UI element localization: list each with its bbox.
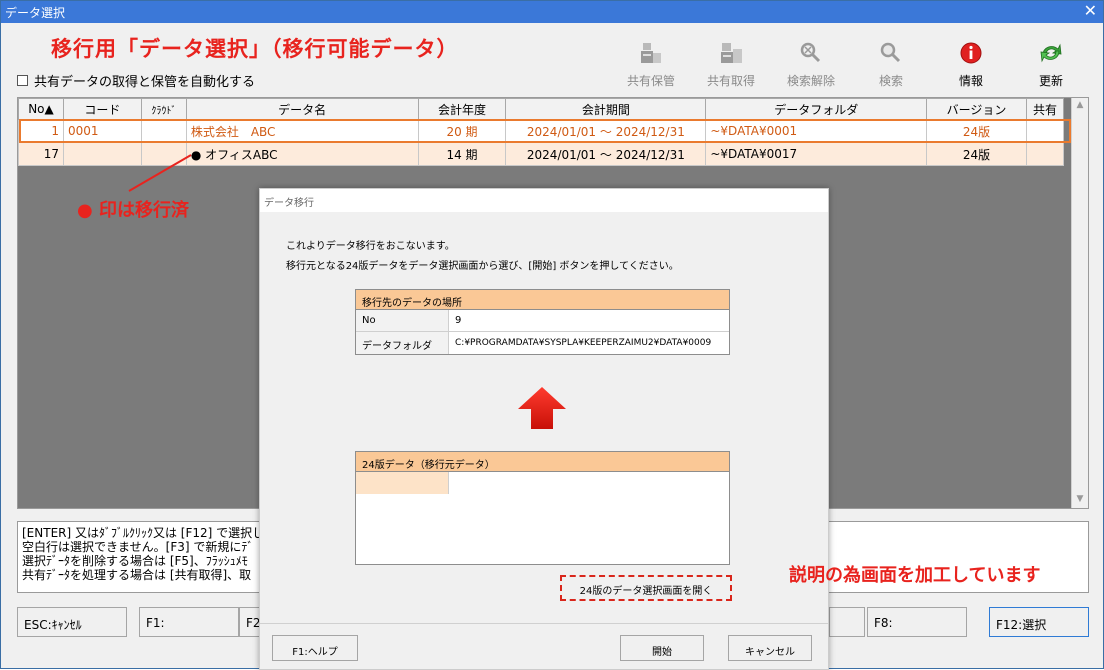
dialog-intro-line-2: 移行元となる24版データをデータ選択画面から選び、[開始] ボタンを押してくださ… [286, 261, 679, 272]
source-header: 24版データ（移行元データ） [356, 452, 729, 472]
cell-cloud [140, 119, 187, 143]
search-label: 検索 [878, 74, 903, 88]
col-no[interactable]: No▲ [18, 98, 64, 120]
f1-button[interactable]: F1: [139, 607, 239, 637]
cell-version: 24版 [926, 119, 1027, 143]
destination-no-row: No 9 [356, 310, 729, 332]
source-key-cell [356, 472, 449, 494]
source-value-cell [449, 472, 729, 494]
page-heading: 移行用「データ選択」（移行可能データ） [51, 37, 459, 61]
cell-shared [1025, 119, 1065, 143]
table-header-row: No▲ コード ｸﾗｳﾄﾞ データ名 会計年度 会計期間 データフォルダ バージ… [18, 98, 1065, 120]
checkbox-box[interactable] [17, 75, 28, 86]
annotation-pointer-line [128, 154, 192, 192]
shared-save-icon [641, 43, 661, 63]
cell-name: 株式会社 ABC [185, 119, 419, 143]
col-cloud[interactable]: ｸﾗｳﾄﾞ [140, 98, 187, 120]
search-clear-button[interactable]: 検索解除 [776, 41, 846, 89]
f12-select-button[interactable]: F12:選択 [989, 607, 1089, 637]
info-label: 情報 [958, 74, 983, 88]
cell-shared [1025, 142, 1065, 166]
col-code[interactable]: コード [62, 98, 142, 120]
shared-save-button[interactable]: 共有保管 [616, 41, 686, 89]
refresh-label: 更新 [1038, 74, 1063, 88]
data-select-window: データ選択 ✕ 移行用「データ選択」（移行可能データ） 共有データの取得と保管を… [0, 0, 1104, 670]
auto-share-label: 共有データの取得と保管を自動化する [34, 75, 256, 90]
col-name[interactable]: データ名 [185, 98, 419, 120]
cell-name: ● オフィスABC [185, 142, 419, 166]
cell-name-text: オフィスABC [205, 147, 278, 162]
cell-folder: ~¥DATA¥0017 [705, 142, 928, 166]
col-period[interactable]: 会計期間 [505, 98, 707, 120]
scroll-up-icon[interactable]: ▲ [1074, 100, 1086, 112]
shared-get-button[interactable]: 共有取得 [696, 41, 766, 89]
scroll-down-icon[interactable]: ▼ [1074, 494, 1086, 506]
cell-code: 0001 [62, 119, 142, 143]
table-row[interactable]: 1 0001 株式会社 ABC 20 期 2024/01/01 ～ 2024/1… [18, 119, 1065, 143]
arrow-up-icon [518, 387, 566, 429]
close-icon[interactable]: ✕ [1084, 1, 1097, 20]
shared-save-label: 共有保管 [626, 74, 675, 88]
cell-period: 2024/01/01 ～ 2024/12/31 [505, 119, 707, 143]
cell-no: 17 [18, 142, 64, 166]
cell-folder: ~¥DATA¥0001 [705, 119, 928, 143]
help-line: 共有ﾃﾞｰﾀを処理する場合は [共有取得]、取 [22, 568, 252, 582]
help-button[interactable]: F1:ヘルプ [272, 635, 358, 661]
dest-folder-value: C:¥PROGRAMDATA¥SYSPLA¥KEEPERZAIMU2¥DATA¥… [455, 338, 712, 348]
col-folder[interactable]: データフォルダ [705, 98, 928, 120]
col-shared[interactable]: 共有 [1025, 98, 1065, 120]
search-clear-icon [800, 42, 821, 63]
shared-get-label: 共有取得 [706, 74, 755, 88]
source-row [356, 472, 729, 494]
dialog-title: データ移行 [260, 189, 828, 212]
vertical-scrollbar[interactable]: ▲ ▼ [1071, 98, 1088, 508]
f7-button[interactable] [829, 607, 865, 637]
cell-year: 14 期 [417, 142, 507, 166]
refresh-button[interactable]: 更新 [1016, 41, 1086, 89]
info-icon [960, 42, 982, 64]
start-button[interactable]: 開始 [620, 635, 704, 661]
cell-no: 1 [18, 119, 64, 143]
esc-cancel-button[interactable]: ESC:ｷｬﾝｾﾙ [17, 607, 127, 637]
dest-no-value: 9 [455, 315, 462, 326]
migration-dialog: データ移行 これよりデータ移行をおこないます。 移行元となる24版データをデータ… [259, 188, 829, 670]
refresh-icon [1040, 43, 1062, 63]
window-title: データ選択 [5, 6, 66, 20]
info-button[interactable]: 情報 [936, 41, 1006, 89]
cell-year: 20 期 [417, 119, 507, 143]
shared-get-icon [721, 43, 742, 63]
dialog-cancel-button[interactable]: キャンセル [728, 635, 812, 661]
dialog-intro-line-1: これよりデータ移行をおこないます。 [286, 241, 455, 252]
source-panel: 24版データ（移行元データ） [355, 451, 730, 565]
col-version[interactable]: バージョン [926, 98, 1027, 120]
open-24-data-select-button[interactable]: 24版のデータ選択画面を開く [560, 575, 732, 601]
destination-panel: 移行先のデータの場所 No 9 データフォルダ C:¥PROGRAMDATA¥S… [355, 289, 730, 355]
f8-button[interactable]: F8: [867, 607, 967, 637]
cell-version: 24版 [926, 142, 1027, 166]
auto-share-checkbox[interactable]: 共有データの取得と保管を自動化する [17, 71, 255, 90]
dialog-divider [260, 623, 828, 624]
title-bar: データ選択 ✕ [1, 1, 1103, 23]
edited-screen-annotation: 説明の為画面を加工しています [789, 565, 1041, 586]
col-year[interactable]: 会計年度 [417, 98, 507, 120]
search-button[interactable]: 検索 [856, 41, 926, 89]
destination-folder-row: データフォルダ C:¥PROGRAMDATA¥SYSPLA¥KEEPERZAIM… [356, 332, 729, 354]
dest-folder-label: データフォルダ [356, 332, 449, 354]
dest-no-label: No [356, 310, 449, 331]
migrated-annotation: ● 印は移行済 [77, 200, 189, 221]
search-icon [880, 42, 901, 63]
destination-header: 移行先のデータの場所 [356, 290, 729, 310]
cell-period: 2024/01/01 ～ 2024/12/31 [505, 142, 707, 166]
search-clear-label: 検索解除 [786, 74, 835, 88]
